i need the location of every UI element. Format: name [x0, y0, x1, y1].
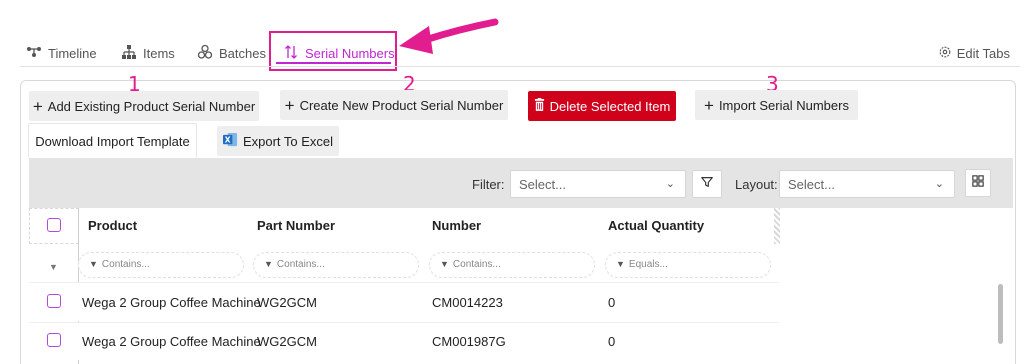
cell-number: CM001987G [432, 334, 506, 349]
tab-label: Items [143, 45, 175, 61]
add-existing-serial-button[interactable]: + Add Existing Product Serial Number [29, 91, 259, 121]
filter-cell-placeholder: Equals... [628, 259, 668, 270]
tab-bar: Timeline Items Batches Serial Numbers Ed… [0, 0, 1024, 71]
highlight-box [269, 31, 397, 71]
filter-cell-product[interactable]: ▼ Contains... [78, 252, 244, 278]
column-header-product[interactable]: Product [88, 218, 137, 233]
tab-divider [20, 66, 1020, 67]
import-serial-numbers-button[interactable]: + Import Serial Numbers [695, 90, 858, 120]
column-header-number[interactable]: Number [432, 218, 481, 233]
cell-number: CM0014223 [432, 295, 503, 310]
row-checkbox[interactable] [47, 294, 61, 308]
filter-cell-placeholder: Contains... [276, 259, 325, 270]
plus-icon: + [32, 96, 43, 116]
button-label: Export To Excel [242, 133, 334, 149]
button-label: Import Serial Numbers [718, 97, 849, 113]
cell-actual-quantity: 0 [608, 334, 616, 349]
filter-cell-placeholder: Contains... [101, 259, 150, 270]
funnel-icon: ▼ [616, 259, 625, 269]
tab-label: Timeline [48, 45, 97, 61]
filter-toggle-button[interactable] [692, 170, 722, 198]
filter-cell-placeholder: Contains... [452, 259, 501, 270]
filter-cell-part-number[interactable]: ▼ Contains... [253, 252, 419, 278]
column-resize-handle[interactable] [774, 208, 780, 244]
cell-actual-quantity: 0 [608, 295, 616, 310]
select-all-checkbox[interactable] [47, 218, 61, 232]
column-header-part-number[interactable]: Part Number [257, 218, 335, 233]
button-label: Create New Product Serial Number [299, 97, 504, 113]
edit-tabs-label: Edit Tabs [956, 46, 1010, 61]
layout-select[interactable]: Select... ⌄ [779, 170, 955, 198]
filter-cell-number[interactable]: ▼ Contains... [429, 252, 595, 278]
funnel-icon [700, 175, 714, 194]
tab-label: Batches [219, 45, 266, 61]
funnel-icon: ▼ [264, 259, 273, 269]
batches-icon [197, 44, 213, 63]
filter-cell-actual-quantity[interactable]: ▼ Equals... [605, 252, 771, 278]
button-label: Delete Selected Item [549, 98, 671, 114]
gear-icon [938, 45, 952, 62]
button-label: Add Existing Product Serial Number [47, 98, 256, 114]
layout-select-value: Select... [788, 177, 835, 192]
excel-icon: X [222, 132, 238, 150]
tab-timeline[interactable]: Timeline [26, 43, 97, 63]
edit-tabs-button[interactable]: Edit Tabs [938, 45, 1010, 62]
svg-text:X: X [225, 135, 231, 144]
chevron-down-icon: ⌄ [665, 178, 675, 190]
export-to-excel-button[interactable]: X Export To Excel [217, 126, 339, 156]
cell-part-number: WG2GCM [257, 295, 317, 310]
filter-label: Filter: [472, 177, 505, 192]
plus-icon: + [704, 95, 714, 115]
funnel-icon: ▼ [89, 259, 98, 269]
download-import-template-button[interactable]: Download Import Template [28, 123, 197, 158]
timeline-icon [26, 44, 42, 63]
button-label: Download Import Template [35, 133, 190, 149]
scrollbar-thumb[interactable] [998, 284, 1003, 344]
active-tab-indicator [276, 62, 391, 64]
trash-icon [534, 98, 545, 114]
filter-select[interactable]: Select... ⌄ [510, 170, 686, 198]
grid-icon [972, 174, 984, 192]
layout-label: Layout: [735, 177, 778, 192]
filter-row-icon: ▼ [49, 262, 58, 272]
cell-product: Wega 2 Group Coffee Machine [82, 295, 261, 310]
filter-select-value: Select... [519, 177, 566, 192]
layout-grid-button[interactable] [965, 169, 991, 197]
row-checkbox[interactable] [47, 333, 61, 347]
plus-icon: + [284, 95, 295, 115]
tab-batches[interactable]: Batches [197, 43, 266, 63]
annotation-arrow [399, 18, 499, 54]
tab-items[interactable]: Items [121, 43, 175, 63]
create-new-serial-button[interactable]: + Create New Product Serial Number [280, 90, 508, 120]
delete-selected-button[interactable]: Delete Selected Item [528, 91, 676, 121]
column-header-actual-quantity[interactable]: Actual Quantity [608, 218, 704, 233]
chevron-down-icon: ⌄ [934, 178, 944, 190]
funnel-icon: ▼ [440, 259, 449, 269]
cell-product: Wega 2 Group Coffee Machine [82, 334, 261, 349]
hierarchy-icon [121, 44, 137, 63]
cell-part-number: WG2GCM [257, 334, 317, 349]
